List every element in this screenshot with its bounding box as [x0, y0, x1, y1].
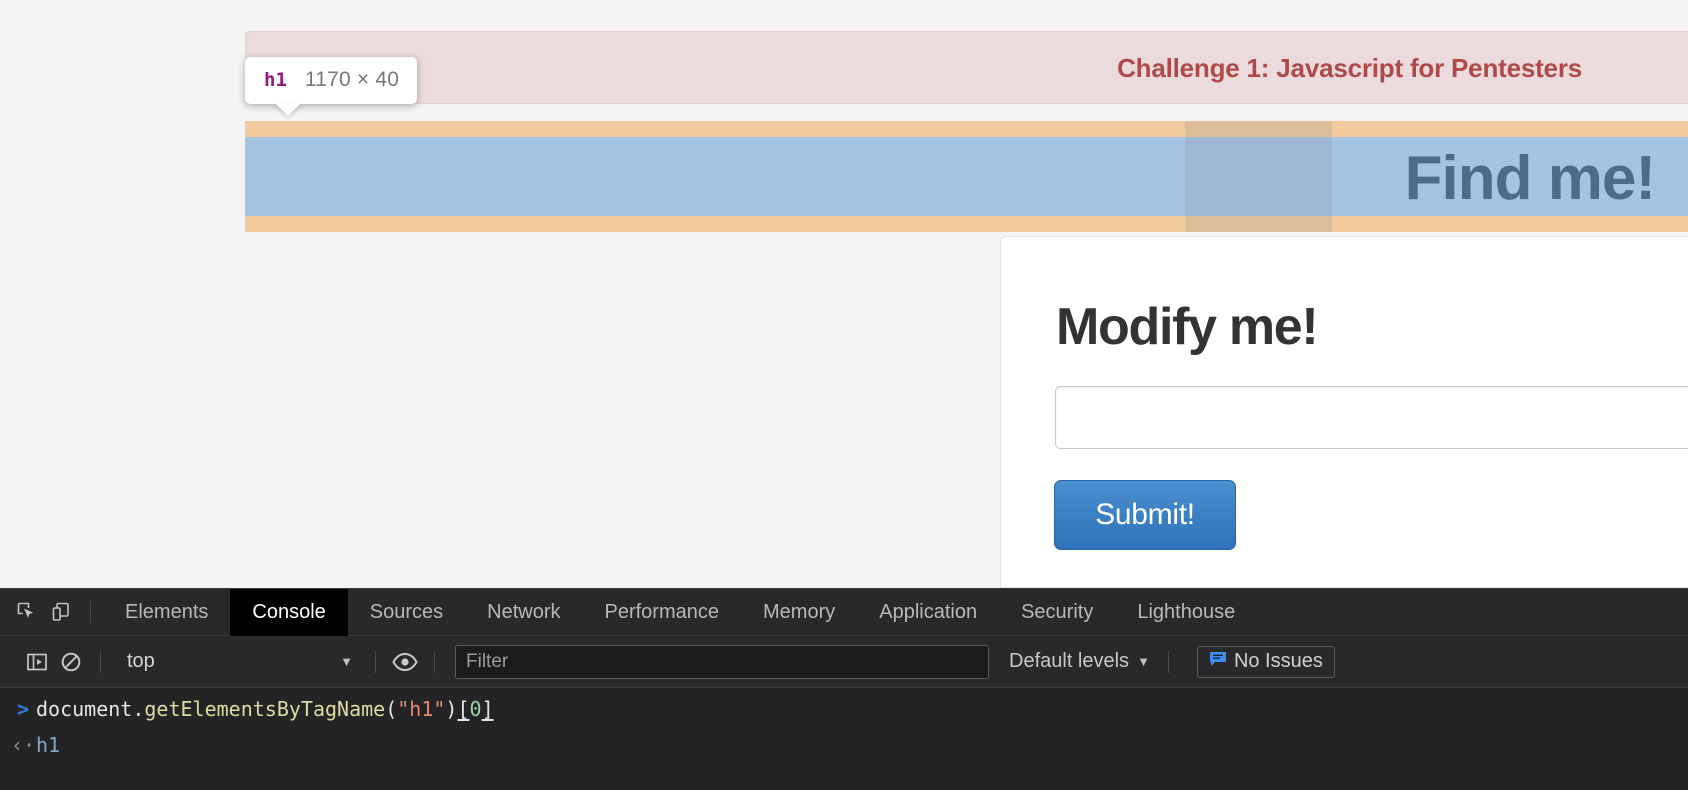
highlight-text-region	[1185, 121, 1332, 232]
issues-message-icon	[1209, 650, 1227, 673]
token-paren-close: )	[445, 697, 458, 721]
prompt-arrow-icon: >	[16, 697, 30, 721]
highlight-padding-bottom	[245, 216, 1688, 232]
challenge-banner-text: Challenge 1: Javascript for Pentesters	[1117, 53, 1582, 83]
token-index: 0	[469, 697, 482, 721]
console-context-value: top	[127, 650, 155, 672]
console-context-select[interactable]: top ▼	[113, 646, 363, 678]
tab-lighthouse[interactable]: Lighthouse	[1115, 589, 1257, 636]
submit-button[interactable]: Submit!	[1054, 480, 1236, 550]
devtools-panel: Elements Console Sources Network Perform…	[0, 588, 1688, 790]
console-filter-input[interactable]	[455, 644, 989, 679]
element-badge-dimensions: 1170 × 40	[304, 68, 400, 91]
console-toolbar-divider-2	[375, 650, 376, 673]
page-heading-find-me: Find me!	[1404, 144, 1656, 213]
tab-security[interactable]: Security	[999, 589, 1115, 636]
tab-application[interactable]: Application	[857, 589, 999, 636]
console-toolbar-divider-1	[100, 650, 101, 673]
toolbar-divider	[90, 601, 91, 623]
console-sidebar-icon[interactable]	[20, 647, 54, 677]
token-bracket-open: [	[457, 697, 470, 721]
return-arrow-icon: ‹·	[10, 733, 36, 757]
element-badge-tag: h1	[264, 69, 287, 91]
console-toolbar-divider-3	[434, 650, 435, 673]
devtools-tab-list: Elements Console Sources Network Perform…	[103, 588, 1257, 636]
browser-viewport: Challenge 1: Javascript for Pentesters F…	[0, 0, 1688, 588]
element-info-badge: h1 1170 × 40	[245, 57, 418, 104]
device-toolbar-icon[interactable]	[44, 597, 78, 627]
console-toolbar: top ▼ Default levels ▼ N	[0, 636, 1688, 688]
token-string: "h1"	[397, 697, 446, 721]
tab-sources[interactable]: Sources	[348, 589, 465, 636]
tab-performance[interactable]: Performance	[583, 589, 742, 636]
h1-highlight-overlay: Find me!	[245, 121, 1688, 232]
challenge-banner: Challenge 1: Javascript for Pentesters	[245, 31, 1688, 104]
console-input-row[interactable]: > document.getElementsByTagName("h1")[0]	[0, 691, 1688, 727]
card-title: Modify me!	[1056, 298, 1319, 356]
inspect-element-icon[interactable]	[10, 597, 44, 627]
console-output[interactable]: > document.getElementsByTagName("h1")[0]…	[0, 688, 1688, 790]
live-expression-icon[interactable]	[388, 647, 422, 677]
console-levels-select[interactable]: Default levels ▼	[1003, 650, 1156, 673]
console-levels-label: Default levels	[1009, 650, 1130, 672]
issues-label: No Issues	[1233, 650, 1323, 672]
console-expression: document.getElementsByTagName("h1")[0]	[36, 696, 494, 722]
modify-me-input[interactable]	[1055, 386, 1688, 449]
clear-console-icon[interactable]	[54, 647, 88, 677]
tab-network[interactable]: Network	[465, 589, 582, 636]
tab-elements[interactable]: Elements	[103, 589, 230, 636]
token-paren-open: (	[385, 697, 398, 721]
highlight-padding-top	[245, 121, 1688, 137]
token-object: document	[36, 697, 133, 721]
devtools-tabbar: Elements Console Sources Network Perform…	[0, 588, 1688, 636]
token-dot: .	[132, 697, 145, 721]
modify-me-card: Modify me! Submit!	[1000, 236, 1688, 588]
issues-status-button[interactable]: No Issues	[1196, 645, 1335, 678]
token-bracket-close: ]	[481, 697, 494, 721]
chevron-down-icon: ▼	[1137, 654, 1150, 669]
token-method: getElementsByTagName	[144, 697, 386, 721]
console-result-value[interactable]: h1	[36, 732, 60, 758]
console-toolbar-divider-4	[1167, 650, 1169, 673]
tab-memory[interactable]: Memory	[741, 589, 857, 636]
chevron-down-icon: ▼	[340, 654, 353, 669]
tab-console[interactable]: Console	[230, 588, 348, 636]
console-output-row[interactable]: ‹· h1	[0, 727, 1688, 763]
